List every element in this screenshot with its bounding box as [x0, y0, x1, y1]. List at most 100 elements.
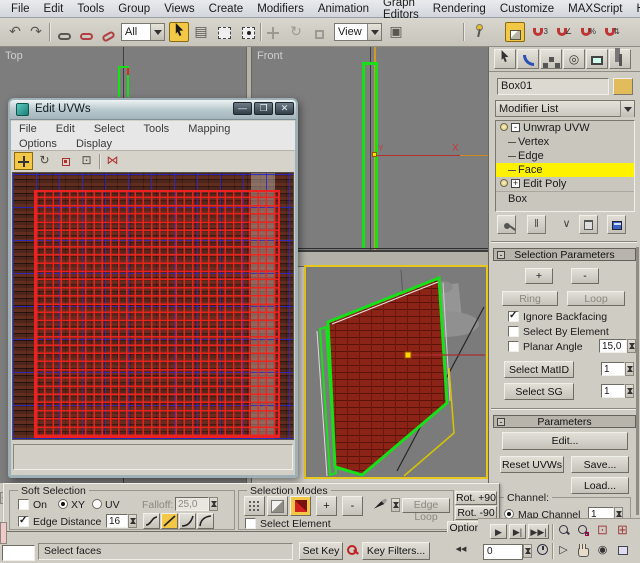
selected-plane-object[interactable] — [328, 278, 447, 475]
menu-tools[interactable]: Tools — [70, 2, 111, 16]
maximize-viewport-toggle-icon[interactable] — [614, 543, 631, 558]
time-configuration-icon[interactable] — [534, 543, 551, 558]
redo-icon[interactable]: ↷ — [26, 22, 46, 42]
rotate-plus-90-button[interactable]: Rot. +90 — [455, 491, 497, 505]
rollup-icon[interactable]: - — [497, 418, 505, 426]
loop-button[interactable]: Loop — [567, 291, 625, 306]
menu-maxscript[interactable]: MAXScript — [561, 2, 629, 16]
shrink-selection-button[interactable]: - — [571, 268, 599, 284]
make-unique-icon[interactable]: ∨ — [557, 215, 576, 234]
edit-uvws-titlebar[interactable]: Edit UVWs — ❐ ✕ — [10, 100, 296, 120]
remove-modifier-icon[interactable] — [579, 215, 598, 234]
percent-snap-icon[interactable]: % — [576, 22, 596, 42]
face-mode-icon[interactable] — [290, 496, 311, 516]
tab-display[interactable] — [586, 49, 608, 69]
front-gizmo-center[interactable] — [372, 152, 377, 157]
viewport-top-label[interactable]: Top — [5, 50, 23, 62]
zoom-all-icon[interactable] — [574, 523, 591, 538]
stack-row-unwrap-uvw[interactable]: -Unwrap UVW — [496, 121, 634, 135]
ignore-backfacing-checkbox[interactable] — [508, 311, 519, 322]
tab-create[interactable] — [494, 49, 516, 69]
soft-selection-on-checkbox[interactable] — [18, 499, 29, 510]
reference-coordinate-dropdown[interactable]: View — [334, 23, 382, 41]
maxscript-mini-listener-macro[interactable] — [0, 522, 7, 544]
planar-angle-spinner-arrows[interactable] — [627, 339, 636, 353]
tab-modify[interactable] — [517, 49, 539, 69]
current-frame-field[interactable]: 0 — [483, 544, 523, 560]
ring-button[interactable]: Ring — [502, 291, 558, 306]
menu-create[interactable]: Create — [202, 2, 251, 16]
expand-icon[interactable]: + — [511, 179, 520, 188]
stack-row-face-selected[interactable]: Face — [496, 163, 634, 177]
menu-edit[interactable]: Edit — [37, 2, 71, 16]
tab-utilities[interactable] — [609, 49, 631, 69]
uvw-menu-edit[interactable]: Edit — [48, 121, 83, 136]
falloff-slow-curve-button[interactable] — [179, 513, 196, 529]
pin-stack-icon[interactable] — [497, 215, 516, 234]
tab-motion[interactable]: ◎ — [563, 49, 585, 69]
modifier-onoff-bulb-icon[interactable] — [500, 123, 508, 131]
viewport-perspective-active[interactable] — [304, 265, 488, 479]
pan-view-icon[interactable] — [574, 543, 591, 558]
matid-spinner-arrows[interactable] — [625, 362, 634, 376]
edge-distance-spinner-arrows[interactable] — [128, 514, 137, 528]
collapse-icon[interactable]: - — [511, 123, 520, 132]
menu-file[interactable]: File — [4, 2, 37, 16]
vertex-mode-icon[interactable] — [244, 496, 265, 516]
snap-3d-icon[interactable]: 3 — [528, 22, 548, 42]
key-filters-button[interactable]: Key Filters... — [362, 542, 430, 560]
load-uvws-button[interactable]: Load... — [571, 477, 629, 494]
selection-filter-dropdown[interactable]: All — [121, 23, 165, 41]
menu-help[interactable]: Help — [630, 2, 640, 16]
minimize-button[interactable]: — — [233, 102, 252, 115]
move-uvw-icon[interactable] — [14, 152, 33, 170]
stack-row-vertex[interactable]: Vertex — [496, 135, 634, 149]
paint-size-arrows[interactable] — [391, 498, 400, 512]
xy-radio[interactable] — [58, 499, 68, 509]
planar-angle-checkbox[interactable] — [508, 341, 519, 352]
object-color-swatch[interactable] — [613, 78, 633, 95]
modifier-onoff-bulb-icon[interactable] — [500, 179, 508, 187]
field-of-view-icon[interactable]: ▷ — [555, 543, 572, 558]
save-uvws-button[interactable]: Save... — [571, 456, 629, 473]
show-end-result-icon[interactable]: ‖ — [527, 215, 546, 234]
rotate-uvw-icon[interactable]: ↻ — [35, 152, 54, 170]
auto-key-icon[interactable] — [346, 544, 359, 557]
dropdown-arrow-icon[interactable] — [150, 24, 164, 40]
uvw-menu-display[interactable]: Display — [68, 136, 120, 151]
stack-row-edge[interactable]: Edge — [496, 149, 634, 163]
uvw-menu-file[interactable]: File — [11, 121, 45, 136]
dropdown-arrow-icon[interactable] — [367, 24, 381, 40]
frame-spinner-arrows[interactable] — [523, 544, 532, 558]
edit-uvws-button[interactable]: Edit... — [502, 432, 628, 450]
menu-customize[interactable]: Customize — [493, 2, 561, 16]
set-key-button[interactable]: Set Key — [299, 542, 343, 560]
uv-editor-canvas[interactable] — [12, 172, 294, 440]
angle-snap-icon[interactable]: ∠ — [552, 22, 572, 42]
scale-uvw-icon[interactable] — [56, 152, 75, 170]
grow-uv-selection-button[interactable]: + — [316, 496, 337, 516]
planar-angle-spinner[interactable]: 15,0 — [599, 339, 627, 353]
select-element-checkbox[interactable] — [245, 518, 256, 529]
select-by-name-icon[interactable]: ▤ — [191, 22, 211, 42]
select-by-element-checkbox[interactable] — [508, 326, 519, 337]
menu-group[interactable]: Group — [111, 2, 157, 16]
parameters-rollout[interactable]: - Parameters — [493, 415, 636, 428]
window-crossing-toggle-icon[interactable] — [238, 22, 258, 42]
undo-icon[interactable]: ↶ — [5, 22, 25, 42]
key-mode-toggle-icon[interactable]: ◀◀ — [450, 543, 472, 558]
uvw-menu-options[interactable]: Options — [11, 136, 65, 151]
modifier-list-dropdown[interactable]: Modifier List — [495, 100, 635, 117]
falloff-smooth-curve-button[interactable] — [143, 513, 160, 529]
edge-distance-checkbox[interactable] — [18, 516, 29, 527]
select-manipulate-icon[interactable] — [468, 22, 488, 42]
menu-modifiers[interactable]: Modifiers — [250, 2, 311, 16]
freeform-mode-icon[interactable]: ⊡ — [77, 152, 96, 170]
select-link-icon[interactable] — [54, 22, 74, 42]
snaps-toggle-icon[interactable] — [505, 22, 525, 42]
edge-loop-button[interactable]: Edge Loop — [402, 498, 450, 513]
falloff-spinner[interactable]: 25,0 — [175, 497, 209, 511]
sg-spinner[interactable]: 1 — [601, 384, 625, 398]
zoom-icon[interactable] — [555, 523, 572, 538]
falloff-fast-curve-button[interactable] — [197, 513, 214, 529]
